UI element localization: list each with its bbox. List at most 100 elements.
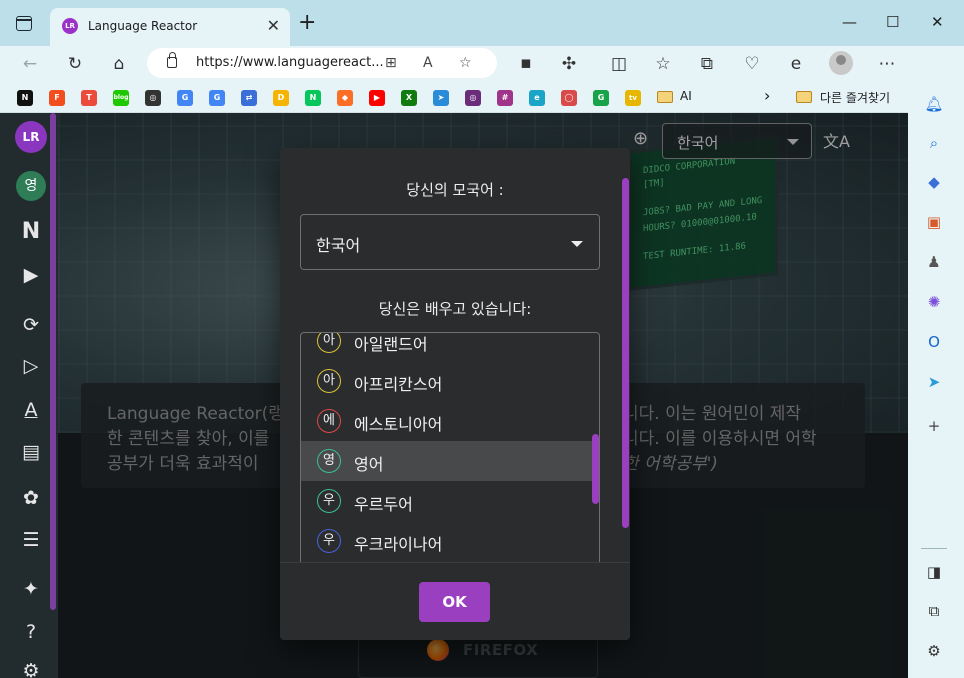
- learning-language-list[interactable]: 아 아일랜드어 아 아프리칸스어 에 에스토니아어 영 영어 우 우르두어 우 우크라이나어: [300, 332, 600, 562]
- bookmark-openai-icon[interactable]: ◎: [465, 90, 481, 106]
- language-name: 우크라이나어: [354, 535, 443, 554]
- search-icon[interactable]: ⌕: [924, 133, 944, 153]
- language-option[interactable]: 에 에스토니아어: [301, 401, 599, 441]
- ok-button[interactable]: OK: [419, 582, 490, 622]
- add-sidebar-app-icon[interactable]: +: [924, 416, 944, 436]
- tab-title: Language Reactor: [88, 19, 198, 33]
- profile-avatar[interactable]: [829, 51, 853, 75]
- reactor-icon[interactable]: ⟳: [17, 312, 45, 338]
- read-aloud-icon[interactable]: A: [423, 52, 433, 74]
- accessibility-icon[interactable]: ✦: [17, 576, 45, 602]
- bookmark-google-icon[interactable]: G: [177, 90, 193, 106]
- video-file-icon[interactable]: ▷: [17, 353, 45, 379]
- language-option[interactable]: 아 아일랜드어: [301, 333, 599, 361]
- rail-scrollbar[interactable]: [50, 113, 56, 610]
- language-list-scrollbar[interactable]: [592, 434, 599, 504]
- notification-bell-icon[interactable]: 🔔︎: [924, 94, 944, 114]
- language-select-dialog: 당신의 모국어 : 한국어 당신은 배우고 있습니다: 아 아일랜드어 아 아프리칸스…: [280, 148, 630, 640]
- bookmark-capsule-icon[interactable]: ◯: [561, 90, 577, 106]
- language-option[interactable]: 우 우크라이나어: [301, 521, 599, 561]
- extension-rail: LR 영 N ▶ ⟳ ▷ A ▤ ✿ ☰ ✦ ? ⚙: [0, 113, 58, 678]
- language-option[interactable]: 영 영어: [301, 441, 599, 481]
- back-arrow-icon[interactable]: ←: [17, 52, 43, 76]
- tab-actions-icon[interactable]: [16, 16, 32, 31]
- other-favorites-folder-icon: [796, 91, 812, 103]
- language-badge: 영: [317, 449, 341, 473]
- native-language-label: 당신의 모국어 :: [406, 181, 504, 199]
- lock-icon[interactable]: [167, 52, 177, 68]
- language-option[interactable]: 아 아프리칸스어: [301, 361, 599, 401]
- language-name: 우르두어: [354, 495, 413, 514]
- settings-gear-icon[interactable]: ⚙: [924, 641, 944, 661]
- bookmark-gitlab-icon[interactable]: ◆: [337, 90, 353, 106]
- other-favorites-link[interactable]: 다른 즐겨찾기: [820, 89, 890, 106]
- collections-icon[interactable]: ⧉: [694, 52, 720, 76]
- language-reactor-favicon: LR: [62, 18, 78, 34]
- native-language-select[interactable]: 한국어: [300, 214, 600, 270]
- bookmark-grammar-icon[interactable]: G: [593, 90, 609, 106]
- chat-icon[interactable]: ▤: [17, 439, 45, 465]
- browser-tab[interactable]: LR Language Reactor ✕: [50, 8, 290, 46]
- learning-language-badge[interactable]: 영: [16, 171, 46, 201]
- bookmark-naver-icon[interactable]: N: [305, 90, 321, 106]
- bookmark-slack-icon[interactable]: #: [497, 90, 513, 106]
- bookmark-notion-icon[interactable]: N: [17, 90, 33, 106]
- performance-icon[interactable]: ♡: [739, 52, 765, 76]
- bookmark-google-icon[interactable]: G: [209, 90, 225, 106]
- language-badge: 아: [317, 369, 341, 393]
- dialog-scrollbar[interactable]: [622, 178, 629, 528]
- games-chess-icon[interactable]: ♟: [924, 252, 944, 272]
- language-option[interactable]: 우 우르두어: [301, 481, 599, 521]
- language-reactor-logo[interactable]: LR: [15, 121, 47, 153]
- help-icon[interactable]: ?: [17, 619, 45, 645]
- tab-close-icon[interactable]: ✕: [267, 16, 280, 36]
- bookmark-youtube-icon[interactable]: ▶: [369, 90, 385, 106]
- minimize-button[interactable]: —: [842, 12, 857, 32]
- refresh-icon[interactable]: ↻: [62, 52, 88, 76]
- bookmark-tv-icon[interactable]: tv: [625, 90, 641, 106]
- text-icon[interactable]: A: [17, 397, 45, 423]
- maximize-button[interactable]: ☐: [886, 12, 899, 32]
- bookmark-figma-icon[interactable]: F: [49, 90, 65, 106]
- extension-icon[interactable]: ◼: [513, 52, 539, 76]
- hide-sidebar-icon[interactable]: ◨: [924, 562, 944, 582]
- address-bar[interactable]: https://www.languagereact... ⊞ A ☆: [147, 48, 497, 78]
- bookmark-tistory-icon[interactable]: T: [81, 90, 97, 106]
- app-available-icon[interactable]: ⊞: [385, 52, 397, 74]
- more-menu-icon[interactable]: ⋯: [874, 52, 900, 76]
- bookmark-folder-ai[interactable]: AI: [680, 89, 692, 103]
- palm-tree-icon[interactable]: ✿: [17, 485, 45, 511]
- native-language-value: 한국어: [316, 236, 361, 255]
- bookmark-blog-icon[interactable]: blog: [113, 90, 129, 106]
- language-badge: 에: [317, 409, 341, 433]
- url-text[interactable]: https://www.languagereact...: [196, 55, 384, 70]
- list-icon[interactable]: ☰: [17, 527, 45, 553]
- bookmark-translate-icon[interactable]: ⇄: [241, 90, 257, 106]
- settings-icon[interactable]: ⚙: [17, 658, 45, 678]
- netflix-icon[interactable]: N: [17, 219, 45, 245]
- extensions-puzzle-icon[interactable]: ✣: [556, 52, 582, 76]
- bookmark-drive-icon[interactable]: D: [273, 90, 289, 106]
- close-window-button[interactable]: ✕: [931, 12, 944, 32]
- bookmark-edge-icon[interactable]: e: [529, 90, 545, 106]
- split-screen-icon[interactable]: ◫: [606, 52, 632, 76]
- open-external-icon[interactable]: ⧉: [924, 601, 944, 621]
- folder-icon: [657, 91, 673, 103]
- copilot-icon[interactable]: ✺: [924, 292, 944, 312]
- shopping-tag-icon[interactable]: ◆: [924, 172, 944, 192]
- home-icon[interactable]: ⌂: [106, 52, 132, 76]
- language-name: 아일랜드어: [354, 335, 428, 354]
- tools-briefcase-icon[interactable]: ▣: [924, 212, 944, 232]
- bookmark-xbox-icon[interactable]: X: [401, 90, 417, 106]
- send-icon[interactable]: ➤: [924, 372, 944, 392]
- edge-icon[interactable]: e: [783, 52, 809, 76]
- app-window: LR Language Reactor ✕ + — ☐ ✕ b ← ↻ ⌂ ht…: [0, 0, 964, 678]
- favorites-icon[interactable]: ☆: [650, 52, 676, 76]
- youtube-icon[interactable]: ▶: [17, 262, 45, 288]
- bookmark-plane-icon[interactable]: ➤: [433, 90, 449, 106]
- favorite-star-icon[interactable]: ☆: [459, 52, 472, 74]
- new-tab-button[interactable]: +: [298, 12, 316, 34]
- outlook-icon[interactable]: O: [924, 332, 944, 352]
- bookmark-globe-icon[interactable]: ◎: [145, 90, 161, 106]
- bookmarks-overflow-chevron-icon[interactable]: ›: [764, 86, 770, 105]
